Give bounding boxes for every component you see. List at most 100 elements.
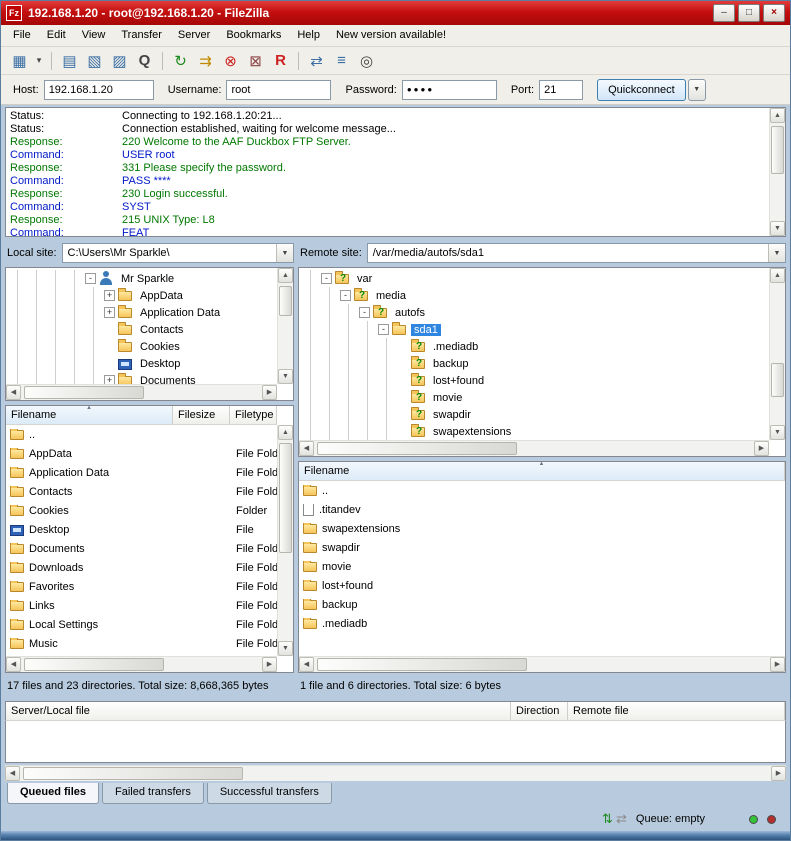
menu-edit[interactable]: Edit: [39, 25, 74, 46]
local-file-row[interactable]: Music File Folder: [6, 634, 277, 653]
local-file-row[interactable]: Documents File Folder: [6, 539, 277, 558]
username-input[interactable]: [226, 80, 331, 100]
column-header-server-local-file[interactable]: Server/Local file: [6, 702, 511, 720]
scroll-up-icon[interactable]: ▲: [278, 268, 293, 283]
scroll-down-icon[interactable]: ▼: [278, 641, 293, 656]
log-scrollbar[interactable]: ▲ ▼: [769, 108, 785, 236]
menu-view[interactable]: View: [74, 25, 114, 46]
remote-file-row[interactable]: backup: [299, 595, 785, 614]
remote-file-row[interactable]: .titandev: [299, 500, 785, 519]
menu-file[interactable]: File: [5, 25, 39, 46]
remote-file-row[interactable]: .mediadb: [299, 614, 785, 633]
tree-expander[interactable]: -: [378, 324, 389, 335]
remote-tree-item-movie[interactable]: movie: [302, 389, 769, 406]
column-header-remote-file[interactable]: Remote file: [568, 702, 785, 720]
scroll-left-icon[interactable]: ◀: [299, 657, 314, 672]
local-tree-item-appdata[interactable]: + AppData: [9, 287, 277, 304]
tab-successful-transfers[interactable]: Successful transfers: [207, 783, 332, 804]
menu-new-version[interactable]: New version available!: [328, 25, 454, 46]
close-button[interactable]: ×: [763, 4, 785, 22]
remote-tree-item-autofs[interactable]: - autofs: [302, 304, 769, 321]
scroll-thumb[interactable]: [317, 442, 517, 455]
host-input[interactable]: [44, 80, 154, 100]
local-file-row[interactable]: Desktop File: [6, 520, 277, 539]
scroll-thumb[interactable]: [24, 658, 164, 671]
local-file-row[interactable]: Cookies Folder: [6, 501, 277, 520]
synchronized-browsing-icon[interactable]: ⇄: [305, 50, 328, 72]
local-file-row[interactable]: Links File Folder: [6, 596, 277, 615]
local-tree-hscrollbar[interactable]: ◀ ▶: [6, 384, 277, 400]
tab-failed-transfers[interactable]: Failed transfers: [102, 783, 204, 804]
reconnect-icon[interactable]: R: [269, 50, 292, 72]
quickconnect-button[interactable]: Quickconnect: [597, 79, 686, 101]
scroll-left-icon[interactable]: ◀: [6, 385, 21, 400]
password-input[interactable]: [402, 80, 497, 100]
column-header-filetype[interactable]: Filetype: [230, 406, 277, 424]
local-file-row[interactable]: ..: [6, 425, 277, 444]
toggle-queue-icon[interactable]: Q: [133, 50, 156, 72]
column-header-direction[interactable]: Direction: [511, 702, 568, 720]
column-header-filename[interactable]: Filename: [6, 406, 173, 424]
menu-help[interactable]: Help: [289, 25, 328, 46]
local-tree-item-contacts[interactable]: Contacts: [9, 321, 277, 338]
site-manager-dropdown-icon[interactable]: ▾: [33, 50, 45, 72]
quickconnect-dropdown-button[interactable]: ▼: [688, 79, 706, 101]
scroll-right-icon[interactable]: ▶: [771, 766, 786, 781]
remote-tree-item-mediadb[interactable]: .mediadb: [302, 338, 769, 355]
remote-tree-item-swapextensions[interactable]: swapextensions: [302, 423, 769, 440]
remote-list-hscrollbar[interactable]: ◀ ▶: [299, 656, 785, 672]
local-file-row[interactable]: Downloads File Folder: [6, 558, 277, 577]
local-tree-vscrollbar[interactable]: ▲ ▼: [277, 268, 293, 384]
local-tree-item-desktop[interactable]: Desktop: [9, 355, 277, 372]
remote-file-row[interactable]: lost+found: [299, 576, 785, 595]
toggle-message-log-icon[interactable]: ▤: [58, 50, 81, 72]
local-list-hscrollbar[interactable]: ◀ ▶: [6, 656, 277, 672]
local-site-combo[interactable]: C:\Users\Mr Sparkle\ ▼: [62, 243, 294, 263]
directory-comparison-icon[interactable]: ≡: [330, 50, 353, 72]
cancel-icon[interactable]: ⊗: [219, 50, 242, 72]
tree-expander[interactable]: -: [359, 307, 370, 318]
scroll-right-icon[interactable]: ▶: [770, 657, 785, 672]
local-file-row[interactable]: Contacts File Folder: [6, 482, 277, 501]
tab-queued-files[interactable]: Queued files: [7, 783, 99, 804]
scroll-thumb[interactable]: [23, 767, 243, 780]
remote-site-combo[interactable]: /var/media/autofs/sda1 ▼: [367, 243, 786, 263]
scroll-thumb[interactable]: [24, 386, 144, 399]
chevron-down-icon[interactable]: ▼: [276, 244, 293, 262]
tree-expander[interactable]: -: [321, 273, 332, 284]
remote-file-row[interactable]: swapdir: [299, 538, 785, 557]
scroll-thumb[interactable]: [317, 658, 527, 671]
remote-tree-item-var[interactable]: - var: [302, 270, 769, 287]
remote-file-row[interactable]: ..: [299, 481, 785, 500]
refresh-icon[interactable]: ↻: [169, 50, 192, 72]
tree-expander[interactable]: +: [104, 307, 115, 318]
scroll-down-icon[interactable]: ▼: [770, 221, 785, 236]
menu-server[interactable]: Server: [170, 25, 218, 46]
toggle-remote-tree-icon[interactable]: ▨: [108, 50, 131, 72]
disconnect-icon[interactable]: ⊠: [244, 50, 267, 72]
tree-expander[interactable]: -: [340, 290, 351, 301]
scroll-up-icon[interactable]: ▲: [770, 268, 785, 283]
scroll-right-icon[interactable]: ▶: [262, 657, 277, 672]
scroll-left-icon[interactable]: ◀: [6, 657, 21, 672]
minimize-button[interactable]: –: [713, 4, 735, 22]
process-queue-icon[interactable]: ⇉: [194, 50, 217, 72]
scroll-left-icon[interactable]: ◀: [299, 441, 314, 456]
menu-bookmarks[interactable]: Bookmarks: [218, 25, 289, 46]
scroll-up-icon[interactable]: ▲: [278, 425, 293, 440]
column-header-filesize[interactable]: Filesize: [173, 406, 230, 424]
menu-transfer[interactable]: Transfer: [113, 25, 170, 46]
remote-tree-hscrollbar[interactable]: ◀ ▶: [299, 440, 769, 456]
port-input[interactable]: [539, 80, 583, 100]
local-tree-item-application-data[interactable]: + Application Data: [9, 304, 277, 321]
remote-tree-vscrollbar[interactable]: ▲ ▼: [769, 268, 785, 440]
local-file-row[interactable]: AppData File Folder: [6, 444, 277, 463]
scroll-thumb[interactable]: [771, 126, 784, 174]
scroll-left-icon[interactable]: ◀: [5, 766, 20, 781]
column-header-filename[interactable]: Filename: [299, 462, 785, 480]
maximize-button[interactable]: □: [738, 4, 760, 22]
scroll-up-icon[interactable]: ▲: [770, 108, 785, 123]
local-file-row[interactable]: Favorites File Folder: [6, 577, 277, 596]
local-list-vscrollbar[interactable]: ▲ ▼: [277, 425, 293, 656]
scroll-down-icon[interactable]: ▼: [770, 425, 785, 440]
